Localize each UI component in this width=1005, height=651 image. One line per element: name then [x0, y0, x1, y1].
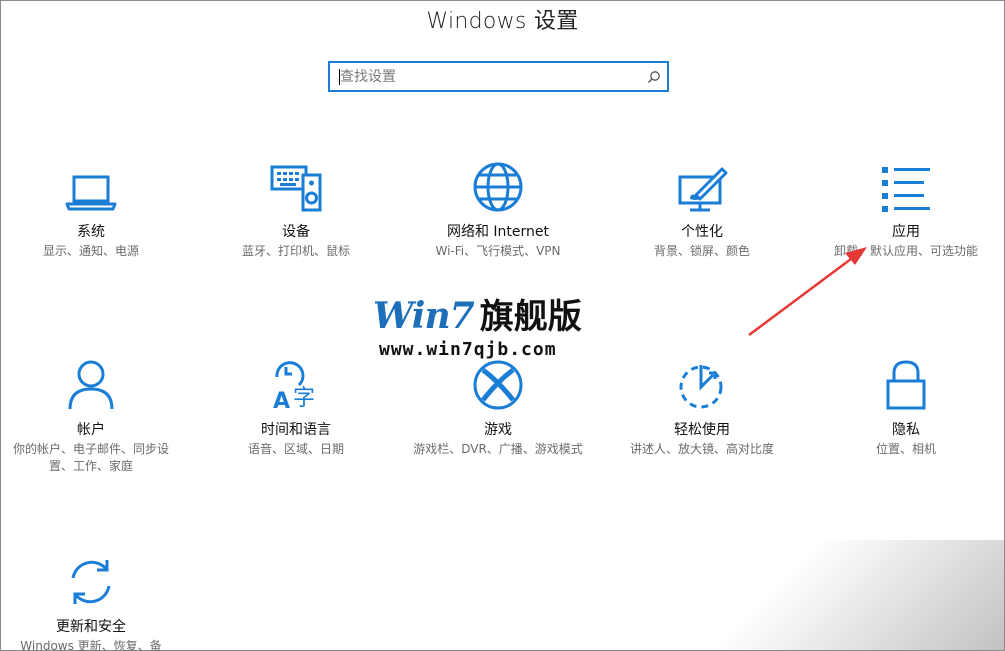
- svg-text:A: A: [273, 389, 290, 411]
- sync-icon: [65, 556, 117, 612]
- watermark-url: www.win7qjb.com: [379, 339, 557, 360]
- tile-desc: 语音、区域、日期: [247, 442, 344, 456]
- xbox-icon: [472, 359, 524, 415]
- globe-icon: [472, 161, 524, 217]
- tile-desc: Windows 更新、恢复、备: [20, 639, 162, 651]
- tile-desc: 游戏栏、DVR、广播、游戏模式: [413, 442, 583, 456]
- search-input[interactable]: [330, 63, 641, 90]
- search-box[interactable]: [328, 61, 669, 92]
- tile-privacy[interactable]: 隐私 位置、相机: [816, 359, 996, 458]
- tile-desc: Wi-Fi、飞行模式、VPN: [435, 244, 561, 258]
- tile-name: 时间和语言: [261, 422, 331, 438]
- laptop-icon: [65, 173, 117, 217]
- tile-name: 系统: [77, 224, 105, 240]
- watermark: Win7 旗舰版 www.win7qjb.com: [373, 296, 613, 360]
- annotation-arrow-icon: [748, 247, 867, 337]
- tile-name: 更新和安全: [56, 619, 126, 635]
- search-icon[interactable]: [641, 64, 667, 90]
- tile-network[interactable]: 网络和 Internet Wi-Fi、飞行模式、VPN: [408, 161, 588, 260]
- keyboard-speaker-icon: [269, 161, 323, 217]
- tile-time-language[interactable]: A字 时间和语言 语音、区域、日期: [206, 359, 386, 458]
- watermark-logo: Win7 旗舰版: [373, 295, 582, 337]
- tile-desc: 位置、相机: [875, 442, 936, 456]
- page-title: Windows 设置: [426, 9, 579, 34]
- text-caret: [339, 69, 340, 85]
- corner-shadow: [624, 540, 1004, 650]
- tile-name: 网络和 Internet: [446, 224, 550, 240]
- tile-desc: 显示、通知、电源: [42, 244, 139, 258]
- tile-desc: 你的帐户、电子邮件、同步设置、工作、家庭: [12, 442, 169, 473]
- tile-name: 游戏: [484, 422, 512, 438]
- tile-gaming[interactable]: 游戏 游戏栏、DVR、广播、游戏模式: [408, 359, 588, 458]
- tile-system[interactable]: 系统 显示、通知、电源: [1, 161, 181, 260]
- tile-name: 应用: [892, 224, 920, 240]
- tile-devices[interactable]: 设备 蓝牙、打印机、鼠标: [206, 161, 386, 260]
- tile-accounts[interactable]: 帐户 你的帐户、电子邮件、同步设置、工作、家庭: [1, 359, 181, 475]
- svg-text:字: 字: [293, 386, 315, 411]
- tile-desc: 讲述人、放大镜、高对比度: [629, 442, 774, 456]
- person-icon: [66, 359, 116, 415]
- tile-name: 帐户: [77, 422, 105, 438]
- app-list-icon: [880, 165, 932, 217]
- tile-name: 设备: [282, 224, 310, 240]
- tile-name: 个性化: [681, 224, 723, 240]
- tile-name: 轻松使用: [674, 422, 730, 438]
- lock-icon: [884, 359, 928, 415]
- paint-monitor-icon: [676, 165, 728, 217]
- tile-name: 隐私: [892, 422, 920, 438]
- tile-update-security[interactable]: 更新和安全 Windows 更新、恢复、备: [1, 556, 181, 651]
- tile-desc: 蓝牙、打印机、鼠标: [241, 244, 350, 258]
- ease-of-access-icon: [675, 359, 729, 415]
- time-language-icon: A字: [269, 359, 323, 415]
- tile-ease-of-access[interactable]: 轻松使用 讲述人、放大镜、高对比度: [612, 359, 792, 458]
